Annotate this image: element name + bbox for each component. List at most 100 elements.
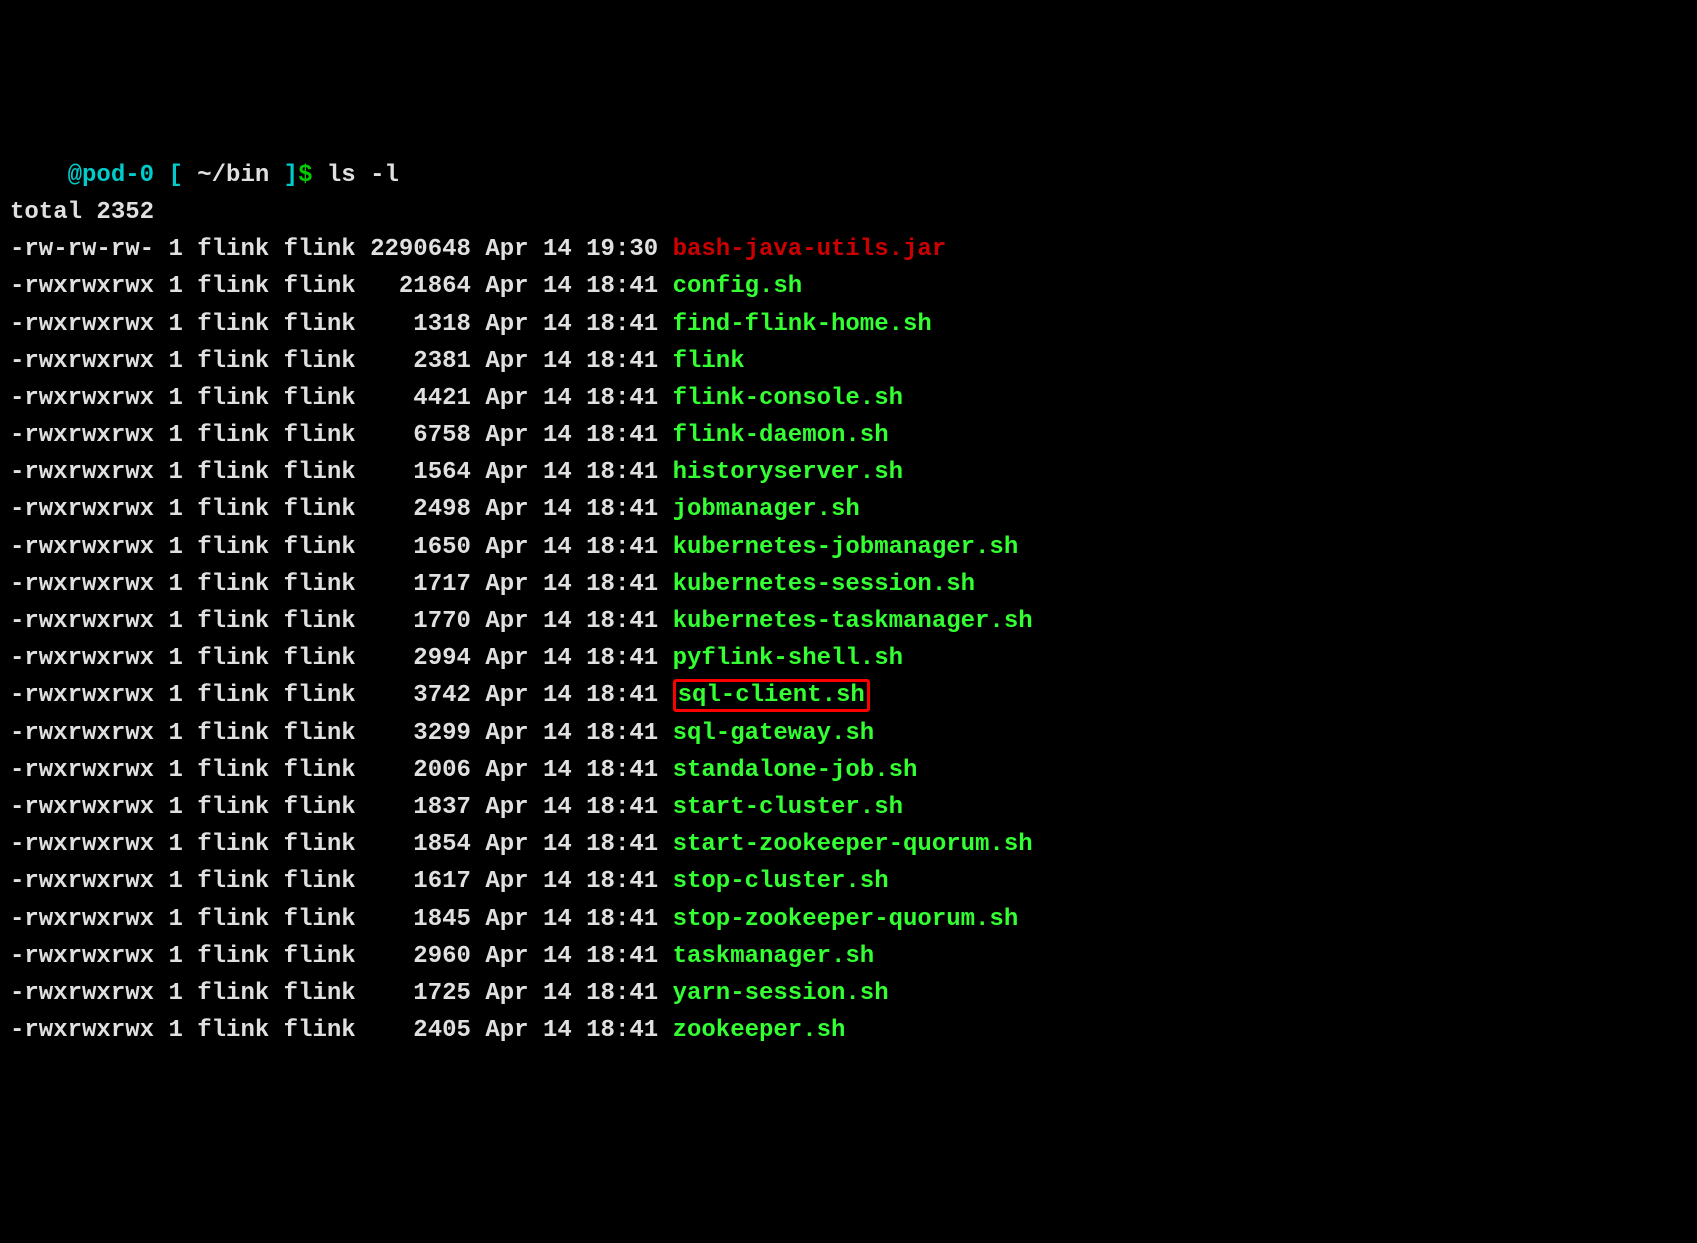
owner: flink — [197, 682, 269, 709]
time: 18:41 — [586, 348, 658, 375]
date: Apr 14 — [485, 794, 571, 821]
group: flink — [284, 1017, 356, 1044]
link-count: 1 — [168, 236, 182, 263]
terminal-output[interactable]: @pod-0 [ ~/bin ]$ ls -ltotal 2352-rw-rw-… — [10, 157, 1687, 1050]
group: flink — [284, 831, 356, 858]
permissions: -rwxrwxrwx — [10, 868, 154, 895]
file-row: -rwxrwxrwx 1 flink flink 1770 Apr 14 18:… — [10, 603, 1687, 640]
file-row: -rwxrwxrwx 1 flink flink 1564 Apr 14 18:… — [10, 454, 1687, 491]
file-name: taskmanager.sh — [673, 943, 875, 970]
group: flink — [284, 794, 356, 821]
group: flink — [284, 459, 356, 486]
link-count: 1 — [168, 868, 182, 895]
owner: flink — [197, 757, 269, 784]
command-text: ls -l — [327, 162, 399, 189]
group: flink — [284, 645, 356, 672]
file-name: kubernetes-session.sh — [673, 571, 975, 598]
date: Apr 14 — [485, 943, 571, 970]
file-name: sql-gateway.sh — [673, 720, 875, 747]
permissions: -rwxrwxrwx — [10, 571, 154, 598]
file-row: -rwxrwxrwx 1 flink flink 2006 Apr 14 18:… — [10, 752, 1687, 789]
file-row: -rwxrwxrwx 1 flink flink 1854 Apr 14 18:… — [10, 826, 1687, 863]
group: flink — [284, 980, 356, 1007]
time: 18:41 — [586, 273, 658, 300]
permissions: -rwxrwxrwx — [10, 496, 154, 523]
permissions: -rwxrwxrwx — [10, 422, 154, 449]
permissions: -rwxrwxrwx — [10, 273, 154, 300]
group: flink — [284, 348, 356, 375]
file-name: config.sh — [673, 273, 803, 300]
date: Apr 14 — [485, 645, 571, 672]
owner: flink — [197, 831, 269, 858]
date: Apr 14 — [485, 906, 571, 933]
link-count: 1 — [168, 720, 182, 747]
link-count: 1 — [168, 459, 182, 486]
link-count: 1 — [168, 831, 182, 858]
file-row: -rwxrwxrwx 1 flink flink 21864 Apr 14 18… — [10, 268, 1687, 305]
file-size: 3742 — [370, 682, 471, 709]
permissions: -rwxrwxrwx — [10, 1017, 154, 1044]
owner: flink — [197, 534, 269, 561]
time: 18:41 — [586, 794, 658, 821]
file-row: -rwxrwxrwx 1 flink flink 2381 Apr 14 18:… — [10, 343, 1687, 380]
owner: flink — [197, 348, 269, 375]
file-size: 1845 — [370, 906, 471, 933]
file-row: -rwxrwxrwx 1 flink flink 2498 Apr 14 18:… — [10, 491, 1687, 528]
date: Apr 14 — [485, 273, 571, 300]
permissions: -rwxrwxrwx — [10, 534, 154, 561]
file-row: -rw-rw-rw- 1 flink flink 2290648 Apr 14 … — [10, 231, 1687, 268]
owner: flink — [197, 273, 269, 300]
file-name: flink — [673, 348, 745, 375]
file-row: -rwxrwxrwx 1 flink flink 1845 Apr 14 18:… — [10, 901, 1687, 938]
date: Apr 14 — [485, 422, 571, 449]
prompt-close-bracket: ] — [284, 162, 298, 189]
time: 18:41 — [586, 980, 658, 1007]
group: flink — [284, 534, 356, 561]
link-count: 1 — [168, 980, 182, 1007]
owner: flink — [197, 385, 269, 412]
file-name: kubernetes-taskmanager.sh — [673, 608, 1033, 635]
date: Apr 14 — [485, 720, 571, 747]
group: flink — [284, 273, 356, 300]
file-size: 2381 — [370, 348, 471, 375]
file-row: -rwxrwxrwx 1 flink flink 6758 Apr 14 18:… — [10, 417, 1687, 454]
group: flink — [284, 682, 356, 709]
file-row: -rwxrwxrwx 1 flink flink 2994 Apr 14 18:… — [10, 640, 1687, 677]
permissions: -rwxrwxrwx — [10, 980, 154, 1007]
owner: flink — [197, 496, 269, 523]
permissions: -rwxrwxrwx — [10, 348, 154, 375]
prompt-path: ~/bin — [197, 162, 269, 189]
total-line: total 2352 — [10, 194, 1687, 231]
file-name: historyserver.sh — [673, 459, 903, 486]
group: flink — [284, 571, 356, 598]
date: Apr 14 — [485, 868, 571, 895]
group: flink — [284, 496, 356, 523]
file-row: -rwxrwxrwx 1 flink flink 4421 Apr 14 18:… — [10, 380, 1687, 417]
link-count: 1 — [168, 757, 182, 784]
file-name: sql-client.sh — [673, 679, 870, 712]
link-count: 1 — [168, 645, 182, 672]
file-size: 2498 — [370, 496, 471, 523]
file-name: yarn-session.sh — [673, 980, 889, 1007]
time: 18:41 — [586, 534, 658, 561]
permissions: -rwxrwxrwx — [10, 943, 154, 970]
date: Apr 14 — [485, 608, 571, 635]
time: 18:41 — [586, 459, 658, 486]
link-count: 1 — [168, 534, 182, 561]
owner: flink — [197, 1017, 269, 1044]
file-row: -rwxrwxrwx 1 flink flink 1318 Apr 14 18:… — [10, 306, 1687, 343]
prompt-line: @pod-0 [ ~/bin ]$ ls -l — [10, 157, 1687, 194]
link-count: 1 — [168, 422, 182, 449]
owner: flink — [197, 459, 269, 486]
link-count: 1 — [168, 1017, 182, 1044]
prompt-open-bracket: [ — [168, 162, 182, 189]
file-name: stop-cluster.sh — [673, 868, 889, 895]
file-size: 2994 — [370, 645, 471, 672]
file-row: -rwxrwxrwx 1 flink flink 1650 Apr 14 18:… — [10, 529, 1687, 566]
group: flink — [284, 608, 356, 635]
link-count: 1 — [168, 943, 182, 970]
file-size: 1770 — [370, 608, 471, 635]
link-count: 1 — [168, 311, 182, 338]
file-row: -rwxrwxrwx 1 flink flink 2960 Apr 14 18:… — [10, 938, 1687, 975]
file-name: zookeeper.sh — [673, 1017, 846, 1044]
